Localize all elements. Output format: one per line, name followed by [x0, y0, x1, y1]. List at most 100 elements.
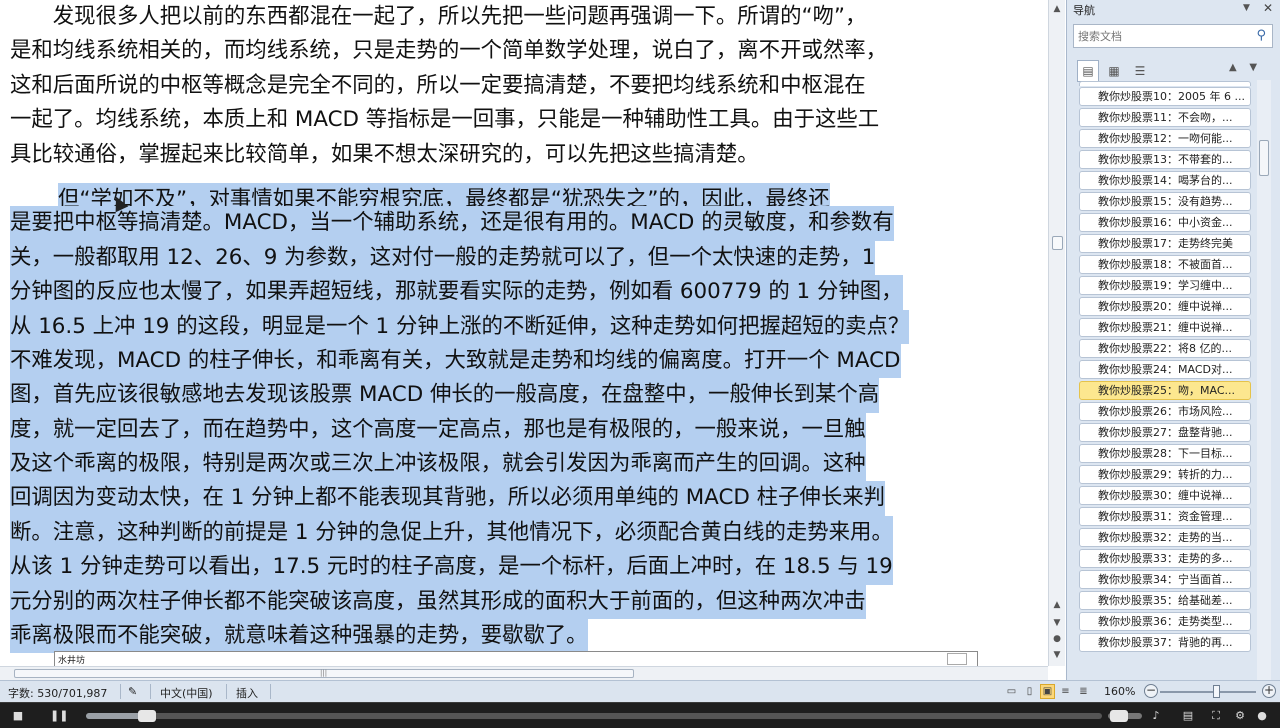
doc-line-selected: 是要把中枢等搞清楚。MACD，当一个辅助系统，还是很有用的。MACD 的灵敏度，… [10, 206, 1040, 241]
doc-line: 具比较通俗，掌握起来比较简单，如果不想太深研究的，可以先把这些搞清楚。 [10, 141, 759, 167]
tab-headings-icon[interactable]: ▤ [1077, 60, 1099, 82]
nav-heading-item[interactable]: 教你炒股票31：资金管理... [1077, 506, 1251, 527]
nav-heading-item[interactable]: 教你炒股票28：下一目标... [1077, 443, 1251, 464]
web-layout-icon[interactable]: ▣ [1040, 684, 1055, 699]
playlist-icon[interactable]: ▤ [1180, 708, 1196, 724]
print-layout-icon[interactable]: ▭ [1004, 684, 1019, 699]
browse-object-icon[interactable]: ● [1051, 632, 1063, 646]
nav-heading-item[interactable]: 教你炒股票18：不被面首... [1077, 254, 1251, 275]
doc-line-selected: 分钟图的反应也太慢了，如果弄超短线，那就要看实际的走势，例如看 600779 的… [10, 275, 1040, 310]
status-bar: 字数: 530/701,987 ✎ 中文(中国) 插入 ▭ ▯ ▣ ≡ ≣ 16… [0, 680, 1280, 702]
nav-heading-item[interactable]: 教你炒股票21：缠中说禅... [1077, 317, 1251, 338]
doc-line-selected: 乖离极限而不能突破，就意味着这种强暴的走势，要歇歇了。 [10, 619, 1040, 654]
nav-heading-list: 教你炒股票10：2005 年 6 ... 教你炒股票11：不会吻，... 教你炒… [1077, 80, 1251, 680]
nav-heading-item[interactable]: 教你炒股票24：MACD对... [1077, 359, 1251, 380]
nav-heading-item[interactable]: 教你炒股票36：走势类型... [1077, 611, 1251, 632]
scroll-down-icon[interactable]: ▼ [1051, 648, 1063, 662]
volume-thumb[interactable] [1110, 710, 1128, 722]
doc-line-selected: 元分别的两次柱子伸长都不能突破该高度，虽然其形成的面积大于前面的，但这种两次冲击 [10, 584, 1040, 620]
nav-arrows: ▲ ▼ [1229, 62, 1257, 73]
nav-heading-item[interactable]: 教你炒股票14：喝茅台的... [1077, 170, 1251, 191]
doc-line: 一起了。均线系统，本质上和 MACD 等指标是一回事，只能是一种辅助性工具。由于… [10, 107, 880, 133]
doc-line-selected: 从 16.5 上冲 19 的这段，明显是一个 1 分钟上涨的不断延伸，这种走势如… [10, 309, 1040, 344]
document-horizontal-scrollbar[interactable]: ||| [0, 666, 1048, 680]
nav-heading-item[interactable]: 教你炒股票12：一吻何能... [1077, 128, 1251, 149]
proofing-icon[interactable]: ✎ [128, 685, 137, 698]
nav-heading-item[interactable]: 教你炒股票16：中小资金... [1077, 212, 1251, 233]
grip-icon: ||| [320, 669, 328, 677]
fullscreen-icon[interactable]: ⛶ [1208, 708, 1224, 724]
pause-icon[interactable]: ❚❚ [50, 708, 68, 724]
doc-line-selected: 度，就一定回去了，而在趋势中，这个高度一定高点，那也是有极限的，一般来说，一旦触 [10, 412, 1040, 448]
language-indicator[interactable]: 中文(中国) [160, 685, 213, 701]
nav-heading-item[interactable]: 教你炒股票30：缠中说禅... [1077, 485, 1251, 506]
nav-heading-item[interactable]: 教你炒股票26：市场风险... [1077, 401, 1251, 422]
document-vertical-scrollbar[interactable]: ▲ ▲ ▼ ● ▼ [1048, 0, 1065, 666]
nav-menu-icon[interactable]: ▼ [1243, 3, 1250, 13]
nav-heading-item[interactable]: 教你炒股票11：不会吻，... [1077, 107, 1251, 128]
nav-heading-item[interactable]: 教你炒股票33：走势的多... [1077, 548, 1251, 569]
stop-icon[interactable]: ■ [10, 708, 26, 724]
zoom-out-icon[interactable]: − [1144, 684, 1158, 698]
nav-heading-item[interactable]: 教你炒股票10：2005 年 6 ... [1077, 86, 1251, 107]
doc-line: 这和后面所说的中枢等概念是完全不同的，所以一定要搞清楚，不要把均线系统和中枢混在 [10, 72, 866, 98]
zoom-slider-track[interactable] [1160, 691, 1256, 693]
search-icon[interactable]: ⚲ [1256, 28, 1266, 43]
nav-heading-item[interactable]: 教你炒股票32：走势的当... [1077, 527, 1251, 548]
zoom-level[interactable]: 160% [1104, 685, 1135, 698]
nav-heading-item[interactable]: 教你炒股票37：背驰的再... [1077, 632, 1251, 653]
settings-icon[interactable]: ⚙ [1232, 708, 1248, 724]
embedded-chart-frame[interactable]: 水井坊 [54, 651, 978, 666]
nav-heading-item[interactable]: 教你炒股票35：给基础差... [1077, 590, 1251, 611]
nav-heading-item[interactable]: 教你炒股票19：学习缠中... [1077, 275, 1251, 296]
doc-line-selected: 图，首先应该很敏感地去发现该股票 MACD 伸长的一般高度，在盘整中，一般伸长到… [10, 378, 1040, 413]
nav-search-box[interactable]: ⚲ [1073, 24, 1273, 48]
nav-heading-item[interactable]: 教你炒股票27：盘整背驰... [1077, 422, 1251, 443]
outline-view-icon[interactable]: ≡ [1058, 684, 1073, 699]
nav-heading-item[interactable]: 教你炒股票17：走势终完美 [1077, 233, 1251, 254]
nav-heading-item[interactable]: 教你炒股票20：缠中说禅... [1077, 296, 1251, 317]
search-input[interactable] [1074, 25, 1244, 48]
document-body[interactable]: 发现很多人把以前的东西都混在一起了，所以先把一些问题再强调一下。所谓的“吻”， … [10, 0, 1040, 654]
zoom-slider-thumb[interactable] [1213, 685, 1220, 698]
tab-pages-icon[interactable]: ▦ [1103, 60, 1125, 82]
doc-line-selected: 断。注意，这种判断的前提是 1 分钟的急促上升，其他情况下，必须配合黄白线的走势… [10, 515, 1040, 551]
scroll-up-icon[interactable]: ▲ [1051, 598, 1063, 612]
tab-results-icon[interactable]: ☰ [1129, 60, 1151, 82]
navigation-pane: 导航 ▼ ✕ ⚲ ▤ ▦ ☰ ▲ ▼ 教你炒股票10：2005 年 6 ... … [1066, 0, 1280, 680]
doc-line-selected: 不难发现，MACD 的柱子伸长，和乖离有关，大致就是走势和均线的偏离度。打开一个… [10, 343, 1040, 379]
nav-title: 导航 [1073, 4, 1095, 17]
seek-thumb[interactable] [137, 710, 156, 722]
nav-heading-item[interactable]: 教你炒股票22：将8 亿的... [1077, 338, 1251, 359]
media-player-bar: ■ ❚❚ ♪ ▤ ⛶ ⚙ ● [0, 702, 1280, 728]
record-icon[interactable]: ● [1254, 708, 1270, 724]
insert-mode-indicator[interactable]: 插入 [236, 685, 258, 701]
nav-heading-item[interactable]: 教你炒股票34：宁当面首... [1077, 569, 1251, 590]
next-heading-icon[interactable]: ▼ [1249, 62, 1257, 73]
volume-icon[interactable]: ♪ [1148, 708, 1164, 724]
embedded-chart-thumbnail [947, 653, 967, 665]
full-screen-reading-icon[interactable]: ▯ [1022, 684, 1037, 699]
embedded-chart-label: 水井坊 [58, 656, 86, 666]
word-count[interactable]: 字数: 530/701,987 [8, 685, 107, 701]
seek-bar[interactable] [86, 710, 1102, 722]
doc-line-selected: 及这个乖离的极限，特别是两次或三次上冲该极限，就会引发因为乖离而产生的回调。这种 [10, 447, 1040, 482]
nav-scrollbar[interactable] [1257, 80, 1271, 680]
nav-heading-item-active[interactable]: 教你炒股票25：吻，MAC... [1077, 380, 1251, 401]
zoom-in-icon[interactable]: + [1262, 684, 1276, 698]
nav-scroll-thumb[interactable] [1259, 140, 1269, 176]
previous-heading-icon[interactable]: ▲ [1229, 62, 1237, 73]
doc-line: 发现很多人把以前的东西都混在一起了，所以先把一些问题再强调一下。所谓的“吻”， [10, 4, 867, 29]
doc-line-selected: 回调因为变动太快，在 1 分钟上都不能表现其背驰，所以必须用单纯的 MACD 柱… [10, 481, 1040, 516]
close-icon[interactable]: ✕ [1263, 1, 1273, 15]
nav-heading-item[interactable]: 教你炒股票13：不带套的... [1077, 149, 1251, 170]
draft-view-icon[interactable]: ≣ [1076, 684, 1091, 699]
scroll-down-icon[interactable]: ▼ [1051, 616, 1063, 630]
scroll-thumb[interactable] [1052, 236, 1063, 250]
scroll-up-icon[interactable]: ▲ [1051, 2, 1063, 16]
document-area[interactable]: 发现很多人把以前的东西都混在一起了，所以先把一些问题再强调一下。所谓的“吻”， … [0, 0, 1048, 666]
doc-line-selected: 从该 1 分钟走势可以看出，17.5 元时的柱子高度，是一个标杆，后面上冲时，在… [10, 550, 1040, 585]
nav-heading-item[interactable]: 教你炒股票15：没有趋势... [1077, 191, 1251, 212]
nav-heading-item[interactable]: 教你炒股票29：转折的力... [1077, 464, 1251, 485]
doc-line-selected: 关，一般都取用 12、26、9 为参数，这对付一般的走势就可以了，但一个太快速的… [10, 240, 1040, 276]
